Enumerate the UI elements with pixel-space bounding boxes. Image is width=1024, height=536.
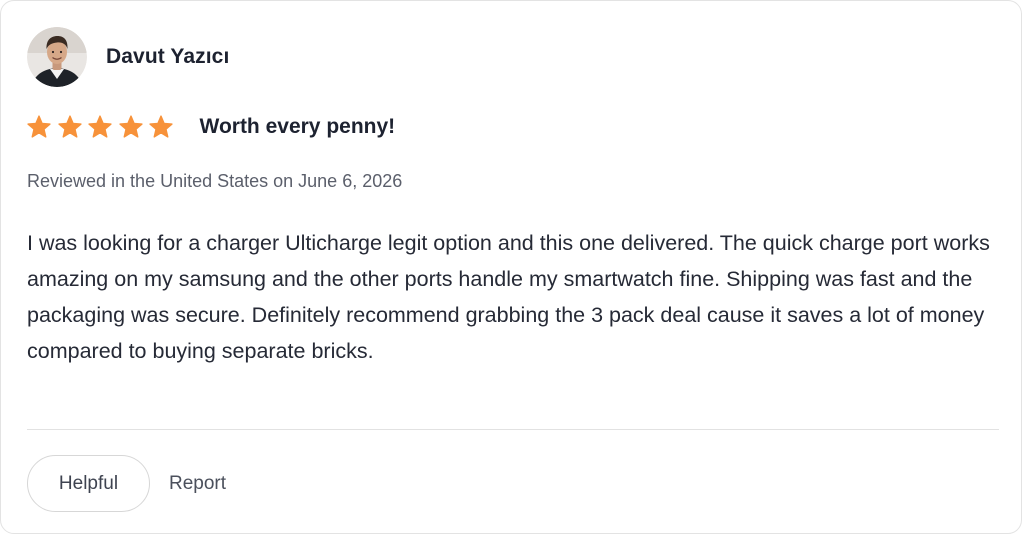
star-icon: [149, 115, 173, 138]
star-icon: [118, 115, 143, 138]
star-rating: [27, 115, 180, 139]
report-link[interactable]: Report: [169, 473, 226, 495]
star-icon: [57, 115, 82, 138]
avatar: [27, 27, 87, 87]
review-card: Davut Yazıcı Worth every penny! Reviewed…: [0, 0, 1022, 534]
review-meta: Reviewed in the United States on June 6,…: [27, 171, 403, 191]
rating-row: Worth every penny!: [27, 115, 395, 139]
reviewer-header: Davut Yazıcı: [27, 27, 229, 87]
star-icon: [27, 115, 51, 138]
star-icon: [88, 115, 112, 138]
review-body: I was looking for a charger Ulticharge l…: [27, 231, 990, 363]
divider: [27, 429, 999, 430]
helpful-button[interactable]: Helpful: [27, 455, 150, 512]
reviewer-name: Davut Yazıcı: [106, 45, 230, 68]
review-actions: Helpful Report: [27, 455, 226, 512]
review-title: Worth every penny!: [199, 115, 396, 138]
